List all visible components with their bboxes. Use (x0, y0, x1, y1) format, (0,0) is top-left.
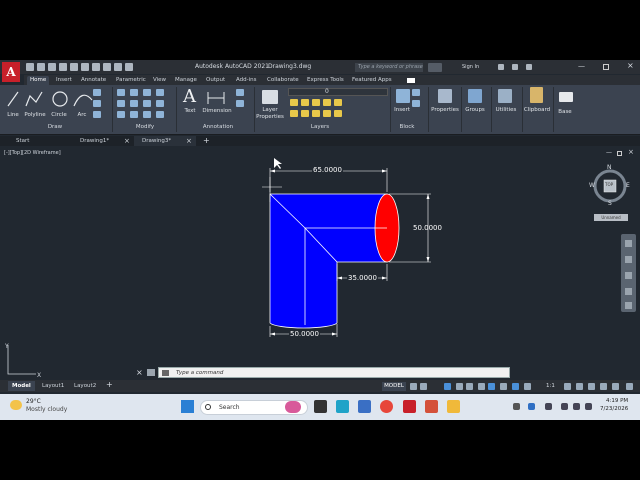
customization-menu-icon[interactable] (626, 383, 633, 390)
pipe-elbow-drawing (269, 193, 400, 329)
arrow (270, 169, 275, 173)
edge-browser-icon[interactable] (336, 400, 349, 413)
arrow (332, 332, 337, 336)
quick-properties-icon[interactable] (600, 383, 607, 390)
arrow (426, 194, 430, 199)
layout-tab-layout1[interactable]: Layout1 (38, 381, 68, 391)
cmdline-prompt-icon (162, 370, 169, 376)
auto-scale-icon[interactable] (524, 383, 531, 390)
search-icon (205, 404, 211, 410)
snap-icon[interactable] (420, 383, 427, 390)
add-layout-plus-icon[interactable]: + (106, 380, 113, 389)
autocad-window: A Autodesk AutoCAD 2021 Drawing3.dwg Typ… (0, 60, 640, 420)
store-app-icon[interactable] (358, 400, 371, 413)
tray-cloud-icon[interactable] (528, 403, 535, 410)
command-input[interactable]: Type a command (176, 368, 223, 378)
drawing-canvas[interactable]: Y X (0, 60, 640, 420)
ortho-icon[interactable] (444, 383, 451, 390)
pipe-elbow-body (269, 193, 388, 329)
ucs-x-label: X (37, 372, 41, 379)
tray-chevron-icon[interactable] (513, 403, 520, 410)
arrow (382, 169, 387, 173)
file-explorer-icon[interactable] (447, 400, 460, 413)
ucs-y-label: Y (4, 343, 9, 350)
autocad-taskbar-icon[interactable] (403, 400, 416, 413)
volume-icon[interactable] (573, 403, 580, 410)
battery-icon[interactable] (585, 403, 592, 410)
windows-start-icon[interactable] (181, 400, 194, 413)
recorder-app-icon[interactable] (425, 400, 438, 413)
dim-right-text: 50.0000 (413, 224, 442, 232)
layout-tab-layout2[interactable]: Layout2 (70, 381, 100, 391)
arrow (426, 257, 430, 262)
object-snap-tracking-icon[interactable] (478, 383, 485, 390)
mouse-pointer-icon (274, 158, 282, 169)
cmdline-close-icon[interactable]: × (136, 368, 143, 377)
dim-top-text: 65.0000 (312, 166, 343, 174)
units-icon[interactable] (588, 383, 595, 390)
weather-cloud-icon[interactable] (10, 400, 22, 410)
annotation-visibility-icon[interactable] (512, 383, 519, 390)
annotation-scale[interactable]: 1:1 (546, 383, 555, 389)
clock-time[interactable]: 4:19 PM (606, 398, 628, 404)
clean-screen-icon[interactable] (612, 383, 619, 390)
search-highlight-icon[interactable] (285, 401, 301, 413)
arrow (270, 332, 275, 336)
isodraft-icon[interactable] (466, 383, 473, 390)
polar-icon[interactable] (456, 383, 463, 390)
task-view-icon[interactable] (314, 400, 327, 413)
dim-bottom-text: 50.0000 (289, 330, 320, 338)
weather-description[interactable]: Mostly cloudy (26, 406, 67, 413)
dim-inner-text: 35.0000 (347, 274, 378, 282)
grid-icon[interactable] (410, 383, 417, 390)
arrow (337, 276, 342, 280)
arrow (382, 276, 387, 280)
weather-temperature[interactable]: 29°C (26, 398, 41, 405)
clock-date[interactable]: 7/23/2026 (600, 406, 628, 412)
layout-tab-model[interactable]: Model (8, 381, 35, 391)
annotation-monitor-icon[interactable] (576, 383, 583, 390)
model-space-toggle[interactable]: MODEL (382, 382, 406, 391)
lineweight-icon[interactable] (500, 383, 507, 390)
workspace-switching-icon[interactable] (564, 383, 571, 390)
object-snap-icon[interactable] (488, 383, 495, 390)
ucs-icon (7, 345, 36, 375)
wifi-icon[interactable] (561, 403, 568, 410)
tray-pen-icon[interactable] (545, 403, 552, 410)
chrome-icon[interactable] (380, 400, 393, 413)
cmdline-customize-icon[interactable] (147, 369, 155, 376)
